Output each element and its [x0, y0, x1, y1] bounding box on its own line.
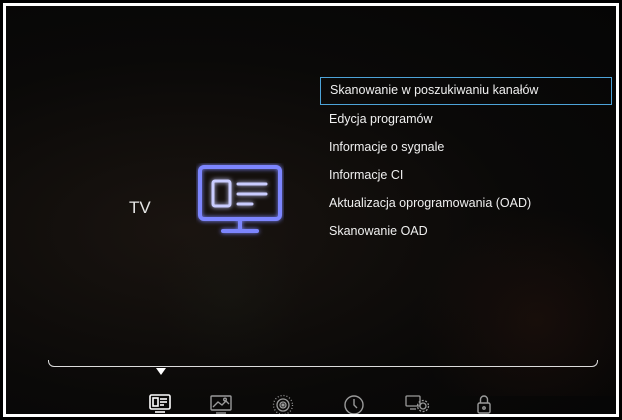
bottom-nav [6, 390, 616, 414]
menu-item-oad-scan[interactable]: Skanowanie OAD [320, 217, 612, 245]
menu-item-ci-info[interactable]: Informacje CI [320, 161, 612, 189]
tv-menu-icon[interactable] [147, 391, 173, 414]
clock-icon[interactable] [341, 391, 367, 414]
menu-background: TV Skanowanie w poszukiwaniu kanałów Edy… [6, 6, 616, 414]
active-tab-indicator [156, 368, 166, 375]
divider-line [48, 360, 598, 367]
menu-item-software-update[interactable]: Aktualizacja oprogramowania (OAD) [320, 189, 612, 217]
settings-icon[interactable] [404, 391, 430, 414]
menu-item-channel-scan[interactable]: Skanowanie w poszukiwaniu kanałów [320, 77, 612, 105]
picture-icon[interactable] [208, 391, 234, 414]
menu-list: Skanowanie w poszukiwaniu kanałów Edycja… [320, 77, 612, 245]
sound-icon[interactable] [270, 391, 296, 414]
menu-item-signal-info[interactable]: Informacje o sygnale [320, 133, 612, 161]
menu-item-program-edit[interactable]: Edycja programów [320, 105, 612, 133]
lock-icon[interactable] [471, 391, 497, 414]
tv-settings-icon [196, 163, 284, 239]
tv-screen: TV Skanowanie w poszukiwaniu kanałów Edy… [0, 0, 622, 420]
section-title: TV [129, 198, 151, 217]
menu-divider [48, 360, 598, 369]
